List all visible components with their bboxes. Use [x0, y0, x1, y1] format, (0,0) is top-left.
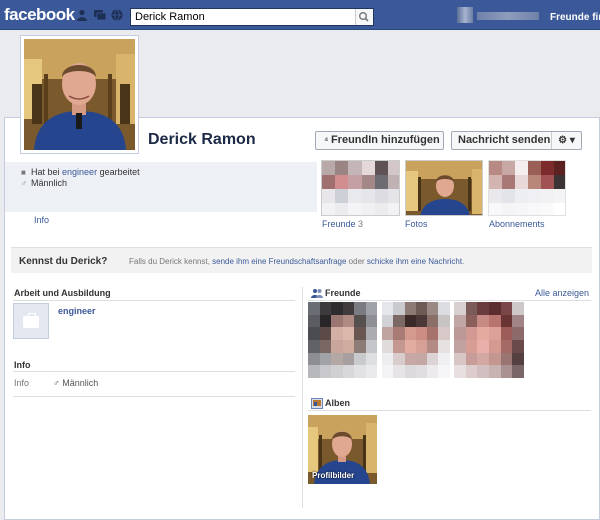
employer-logo[interactable]: [13, 303, 49, 339]
gear-dropdown-button[interactable]: ⚙ ▾: [551, 132, 581, 149]
do-you-know-bar: Kennst du Derick? Falls du Derick kennst…: [11, 247, 592, 273]
friends-grid: [308, 302, 525, 379]
friends-count: 3: [358, 219, 364, 229]
send-message-link[interactable]: schicke ihm eine Nachricht: [367, 257, 462, 266]
friends-link[interactable]: Freunde 3: [322, 219, 363, 229]
profile-photo: [24, 39, 135, 150]
divider: [308, 410, 591, 411]
find-friends-link[interactable]: Freunde fin: [550, 12, 600, 23]
divider: [13, 300, 295, 301]
search-icon: [359, 12, 369, 22]
friend-tile[interactable]: [308, 302, 377, 379]
search-box: [130, 8, 374, 26]
info-heading: Info: [14, 360, 31, 370]
send-message-button[interactable]: Nachricht senden ⚙ ▾: [451, 131, 582, 150]
employer-link[interactable]: engineer: [58, 306, 96, 316]
do-you-know-text: Falls du Derick kennst, sende ihm eine F…: [129, 257, 465, 266]
friends-mosaic: [322, 161, 399, 215]
friend-tile[interactable]: [382, 302, 450, 379]
friends-thumbnail[interactable]: [321, 160, 400, 216]
album-profile-pictures[interactable]: Profilbilder: [308, 415, 377, 484]
messages-icon[interactable]: [94, 9, 106, 21]
search-input[interactable]: [135, 10, 355, 24]
add-friend-button[interactable]: ⁴ FreundIn hinzufügen: [315, 131, 444, 150]
do-you-know-question: Kennst du Derick?: [19, 256, 108, 267]
divider: [13, 396, 295, 397]
work-summary-row: ■ Hat bei engineer gearbeitet: [21, 167, 140, 177]
briefcase-icon: [23, 313, 39, 328]
photos-thumbnail[interactable]: [405, 160, 483, 216]
info-key: Info: [14, 378, 30, 388]
add-friend-icon: ⁴: [324, 135, 331, 145]
friends-heading: Freunde: [325, 288, 361, 298]
send-friend-request-link[interactable]: sende ihm eine Freundschaftsanfrage: [212, 257, 346, 266]
user-name-blurred[interactable]: [477, 12, 539, 20]
albums-icon: [311, 398, 323, 409]
subscriptions-mosaic: [489, 161, 565, 215]
briefcase-icon: ■: [21, 168, 26, 177]
search-button[interactable]: [355, 9, 373, 25]
divider: [308, 300, 591, 301]
album-name: Profilbilder: [312, 471, 355, 480]
photos-link[interactable]: Fotos: [405, 219, 428, 229]
gear-icon: ⚙ ▾: [558, 135, 575, 146]
subscriptions-link[interactable]: Abonnements: [489, 219, 545, 229]
gender-summary-row: ♂ Männlich: [21, 178, 68, 188]
about-summary: ■ Hat bei engineer gearbeitet ♂ Männlich: [5, 162, 317, 212]
info-link[interactable]: Info: [34, 215, 49, 225]
friends-icon: [311, 289, 323, 298]
profile-picture[interactable]: [20, 35, 139, 154]
add-friend-label: FreundIn hinzufügen: [330, 134, 440, 146]
profile-name: Derick Ramon: [148, 131, 256, 148]
gender-icon: ♂: [21, 179, 27, 188]
workplace-link[interactable]: engineer: [62, 167, 97, 177]
column-divider: [302, 287, 303, 508]
send-message-label: Nachricht senden: [458, 134, 551, 146]
top-navigation-bar: facebook Freunde fin: [0, 0, 600, 30]
info-value: ♂ Männlich: [53, 378, 99, 388]
divider: [13, 371, 295, 372]
work-education-heading: Arbeit und Ausbildung: [14, 288, 111, 298]
friend-requests-icon[interactable]: [76, 9, 88, 21]
facebook-logo[interactable]: facebook: [4, 5, 75, 25]
gender-icon: ♂: [53, 378, 63, 388]
user-avatar[interactable]: [457, 7, 473, 23]
subscriptions-thumbnail[interactable]: [488, 160, 566, 216]
show-all-friends-link[interactable]: Alle anzeigen: [535, 288, 589, 298]
photos-thumbnail-image: [406, 161, 482, 215]
albums-heading: Alben: [325, 398, 351, 408]
notifications-globe-icon[interactable]: [111, 9, 123, 21]
friend-tile[interactable]: [454, 302, 525, 379]
